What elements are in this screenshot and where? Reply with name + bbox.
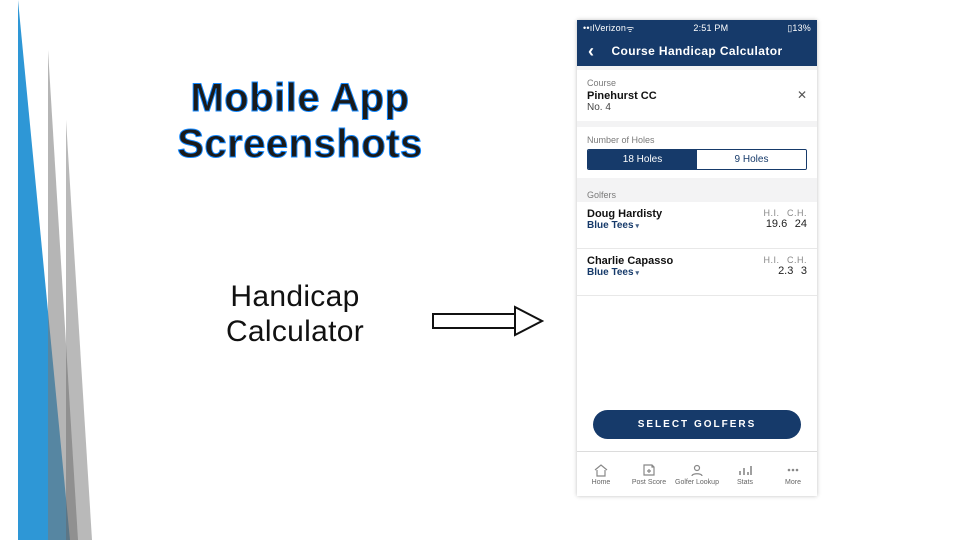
more-icon [785,463,801,477]
status-signal-icon: ••ıl [583,23,595,33]
accent-stripe-gray2 [66,120,92,540]
tab-label: Post Score [632,479,666,486]
tab-label: Home [592,479,611,486]
tab-more[interactable]: More [769,452,817,496]
course-name: Pinehurst CC [587,90,807,102]
golfer-name: Charlie Capasso [587,255,763,267]
spacer [577,296,817,396]
golfer-hi: 19.6 [766,218,787,230]
course-tee: No. 4 [587,102,807,113]
clear-course-button[interactable]: ✕ [797,88,807,102]
tab-label: More [785,479,801,486]
nav-bar: ‹ Course Handicap Calculator [577,36,817,66]
slide-subtitle: Handicap Calculator [165,280,425,349]
status-time: 2:51 PM [634,23,787,33]
golfer-lookup-icon [689,463,705,477]
tab-stats[interactable]: Stats [721,452,769,496]
golfer-ch: 24 [795,218,807,230]
stats-icon [737,463,753,477]
slide-title: Mobile App Screenshots [140,75,460,167]
golfer-tees-dropdown[interactable]: Blue Tees [587,220,763,231]
golfers-label: Golfers [577,184,817,202]
holes-segmented: 18 Holes 9 Holes [587,149,807,170]
course-section: Course Pinehurst CC No. 4 ✕ [577,70,817,121]
golfer-name: Doug Hardisty [587,208,763,220]
segment-9-holes[interactable]: 9 Holes [697,150,806,169]
golfer-row[interactable]: Doug Hardisty Blue Tees H.I. C.H. 19.6 2… [577,202,817,249]
hi-label: H.I. [763,255,779,265]
slide: Mobile App Screenshots Handicap Calculat… [0,0,960,540]
tab-golfer-lookup[interactable]: Golfer Lookup [673,452,721,496]
post-score-icon [641,463,657,477]
app-body: Course Pinehurst CC No. 4 ✕ Number of Ho… [577,66,817,496]
holes-label: Number of Holes [587,135,807,145]
golfer-ch: 3 [801,265,807,277]
back-button[interactable]: ‹ [577,42,605,60]
home-icon [593,463,609,477]
ch-label: C.H. [787,208,807,218]
arrow-right-icon [432,305,544,337]
status-wifi-icon: ᯤ [626,22,634,35]
phone-screenshot: ••ıl Verizon ᯤ 2:51 PM ▯ 13% ‹ Course Ha… [577,20,817,496]
golfer-hi: 2.3 [778,265,793,277]
tab-bar: Home Post Score Golfer Lookup Stats More [577,451,817,496]
tab-post-score[interactable]: Post Score [625,452,673,496]
tab-home[interactable]: Home [577,452,625,496]
select-golfers-button[interactable]: SELECT GOLFERS [593,410,801,439]
cta-area: SELECT GOLFERS [577,396,817,451]
course-label: Course [587,78,807,88]
golfer-tees-dropdown[interactable]: Blue Tees [587,267,763,278]
tab-label: Stats [737,479,753,486]
golfer-row[interactable]: Charlie Capasso Blue Tees H.I. C.H. 2.3 … [577,249,817,296]
status-carrier: Verizon [595,23,626,33]
ch-label: C.H. [787,255,807,265]
segment-18-holes[interactable]: 18 Holes [588,150,697,169]
tab-label: Golfer Lookup [675,479,719,486]
holes-section: Number of Holes 18 Holes 9 Holes [577,127,817,178]
status-bar: ••ıl Verizon ᯤ 2:51 PM ▯ 13% [577,20,817,36]
screen-title: Course Handicap Calculator [605,44,817,58]
hi-label: H.I. [763,208,779,218]
status-battery: 13% [792,23,811,33]
